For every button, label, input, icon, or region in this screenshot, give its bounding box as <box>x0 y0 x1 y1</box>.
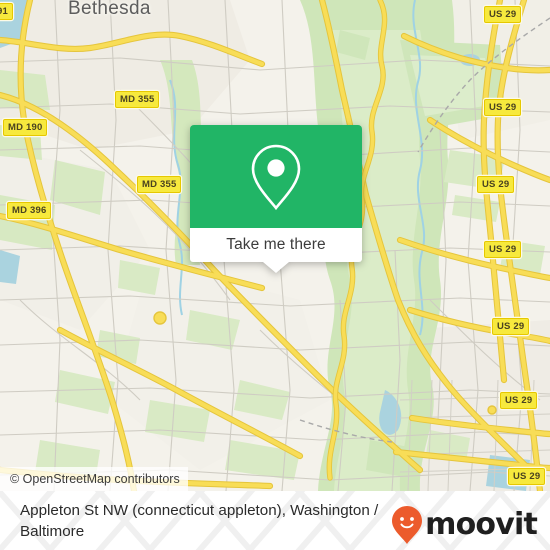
location-popup[interactable]: Take me there <box>190 125 362 273</box>
highway-shield: MD 355 <box>137 176 182 193</box>
take-me-there-label: Take me there <box>226 236 326 253</box>
highway-shield: MD 396 <box>7 202 52 219</box>
map-label-bethesda: Bethesda <box>68 0 151 19</box>
highway-shield: US 29 <box>492 318 530 335</box>
moovit-smiley-pin-icon <box>392 506 423 544</box>
highway-shield: 91 <box>0 3 13 20</box>
highway-shield: MD 190 <box>3 119 48 136</box>
highway-shield: US 29 <box>484 241 522 258</box>
map-screen: Bethesda 91 MD 355 MD 190 MD 355 MD 396 … <box>0 0 550 550</box>
highway-shield: US 29 <box>508 468 546 485</box>
highway-shield: US 29 <box>484 6 522 23</box>
location-title: Appleton St NW (connecticut appleton), W… <box>20 502 379 540</box>
highway-shield: US 29 <box>500 392 538 409</box>
highway-shield: MD 355 <box>115 91 160 108</box>
popup-tail <box>263 262 289 273</box>
highway-shield: US 29 <box>477 176 515 193</box>
map-pin-icon <box>251 144 301 210</box>
popup-footer[interactable]: Take me there <box>190 228 362 273</box>
popup-header <box>190 125 362 228</box>
moovit-wordmark: moovit <box>425 507 538 542</box>
moovit-brand: moovit <box>391 505 538 545</box>
osm-attribution[interactable]: © OpenStreetMap contributors <box>0 467 188 491</box>
footer-bar: Appleton St NW (connecticut appleton), W… <box>0 491 550 550</box>
highway-shield: US 29 <box>484 99 522 116</box>
map-canvas[interactable]: Bethesda 91 MD 355 MD 190 MD 355 MD 396 … <box>0 0 550 491</box>
